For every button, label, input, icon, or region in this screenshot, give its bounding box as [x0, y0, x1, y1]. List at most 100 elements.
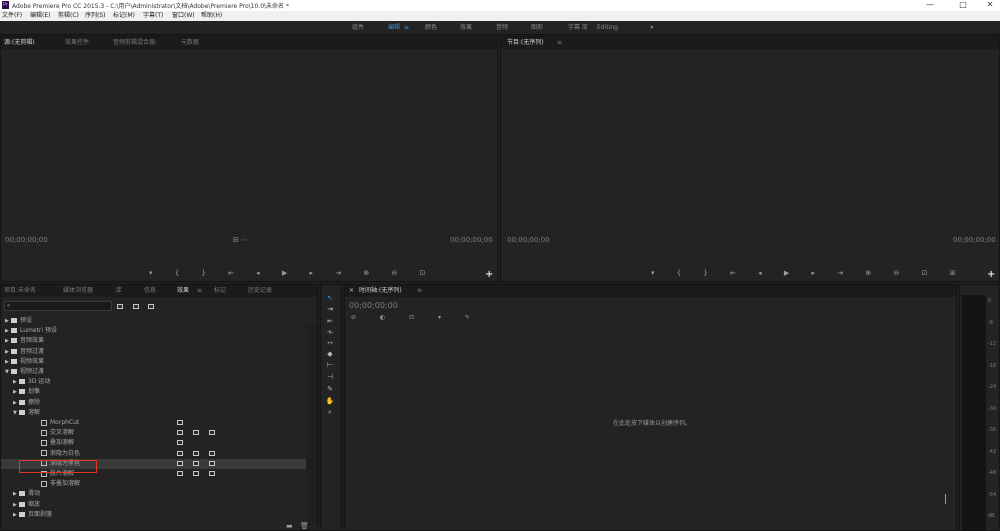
menu-title[interactable]: 字幕(T)	[143, 11, 163, 21]
tab-libraries[interactable]: 库	[116, 285, 122, 297]
workspace-color[interactable]: 颜色	[425, 21, 437, 35]
menu-help[interactable]: 帮助(H)	[201, 11, 222, 21]
tree-item-label: 溶解	[28, 408, 41, 416]
tree-folder[interactable]: ▼ 视频过渡	[1, 367, 306, 377]
track-select-tool-icon[interactable]: ⇥	[323, 304, 337, 314]
menu-clip[interactable]: 剪辑(C)	[58, 11, 79, 21]
tree-folder[interactable]: ▶ 擦除	[1, 398, 306, 408]
source-timecode-left[interactable]: 00;00;00;00	[5, 236, 48, 244]
tree-effect[interactable]: 叠加溶解	[1, 438, 306, 448]
tree-folder[interactable]: ▶ 页面剥落	[1, 510, 306, 520]
rate-stretch-tool-icon[interactable]: ⇿	[323, 338, 337, 348]
accelerated-effects-icon[interactable]	[117, 304, 123, 309]
menu-edit[interactable]: 编辑(E)	[30, 11, 50, 21]
tab-source[interactable]: 源:(无剪辑)	[4, 37, 35, 49]
zoom-tool-icon[interactable]: ⌕	[323, 407, 337, 417]
menu-file[interactable]: 文件(F)	[2, 11, 22, 21]
tab-effects[interactable]: 效果	[177, 285, 189, 297]
hand-tool-icon[interactable]: ✋	[323, 396, 337, 406]
program-add-button-icon[interactable]: +	[987, 270, 995, 280]
workspace-assembly[interactable]: 组件	[352, 21, 364, 35]
tab-timeline[interactable]: 时间轴:(无序列)	[359, 285, 402, 297]
program-timecode-left[interactable]: 00;00;00;00	[507, 236, 550, 244]
tab-audio-clip-mixer[interactable]: 音频剪辑混合器:	[113, 37, 157, 49]
meter-tick-label: -54	[988, 491, 997, 498]
tree-folder[interactable]: ▶ 音频效果	[1, 336, 306, 346]
premiere-logo-icon: Pr	[2, 1, 9, 9]
tab-project[interactable]: 项目:未命名	[4, 285, 36, 297]
folder-icon	[19, 399, 25, 405]
menu-window[interactable]: 窗口(W)	[172, 11, 195, 21]
tab-media-browser[interactable]: 媒体浏览器	[63, 285, 93, 297]
tree-effect[interactable]: 非叠加溶解	[1, 479, 306, 489]
pen-tool-icon[interactable]: ✎	[323, 384, 337, 394]
menu-sequence[interactable]: 序列(S)	[85, 11, 106, 21]
source-timecode-right: 00;00;00;00	[450, 236, 493, 244]
workspace-audio[interactable]: 音频	[496, 21, 508, 35]
tree-effect[interactable]: 渐隐为白色	[1, 449, 306, 459]
meter-tick-label: -6	[988, 319, 993, 326]
folder-icon	[19, 501, 25, 507]
tree-folder[interactable]: ▶ Lumetri 预设	[1, 326, 306, 336]
workspace-graphics[interactable]: 图形	[531, 21, 543, 35]
source-settings-icon[interactable]: ⊟ ⋯	[233, 236, 248, 244]
tab-effect-controls[interactable]: 效果控件	[65, 37, 89, 49]
timeline-timecode[interactable]: 00;00;00;00	[349, 301, 398, 310]
slip-tool-icon[interactable]: ⊢	[323, 360, 337, 370]
tab-history[interactable]: 历史记录	[248, 285, 272, 297]
source-transport-controls[interactable]: ▾ { } ⇤ ◂ ▶ ▸ ⇥ ⊕ ⊖ ⊡	[149, 269, 435, 277]
tree-folder[interactable]: ▶ 3D 运动	[1, 377, 306, 387]
workspace-editing-custom[interactable]: Editing	[597, 21, 618, 35]
maximize-button[interactable]: □	[953, 0, 973, 11]
32bit-effects-icon[interactable]	[133, 304, 139, 309]
new-bin-icon[interactable]: ▬	[286, 522, 293, 530]
workspace-editing[interactable]: 编辑	[388, 21, 400, 35]
razor-tool-icon[interactable]: ◆	[323, 349, 337, 359]
delete-icon[interactable]: 🗑	[300, 522, 309, 530]
selection-tool-icon[interactable]: ↖	[323, 293, 337, 303]
tree-folder[interactable]: ▶ 音频过渡	[1, 347, 306, 357]
menu-bar: 文件(F) 编辑(E) 剪辑(C) 序列(S) 标记(M) 字幕(T) 窗口(W…	[0, 11, 1000, 21]
source-add-button-icon[interactable]: +	[485, 270, 493, 280]
effects-scrollbar[interactable]	[307, 325, 317, 525]
program-transport-controls[interactable]: ▾ { } ⇤ ◂ ▶ ▸ ⇥ ⊕ ⊖ ⊡ ⊞	[651, 269, 966, 277]
tree-folder[interactable]: ▶ 滑动	[1, 489, 306, 499]
minimize-button[interactable]: —	[920, 0, 940, 11]
tree-folder[interactable]: ▼ 溶解	[1, 408, 306, 418]
tree-folder[interactable]: ▶ 划像	[1, 387, 306, 397]
tree-folder[interactable]: ▶ 缩放	[1, 500, 306, 510]
timeline-scroll-handle[interactable]	[945, 494, 946, 504]
tree-folder[interactable]: ▶ 视频效果	[1, 357, 306, 367]
effect-badge-icon	[177, 430, 183, 436]
close-button[interactable]: ✕	[980, 0, 1000, 11]
timeline-tab-menu-icon[interactable]: ≡	[417, 285, 422, 297]
workspace-libraries[interactable]: 库	[582, 21, 588, 35]
yuv-effects-icon[interactable]	[148, 304, 154, 309]
workspace-effects[interactable]: 效果	[460, 21, 472, 35]
tab-program[interactable]: 节目:(无序列)	[507, 37, 544, 49]
ripple-edit-tool-icon[interactable]: ⇤	[323, 316, 337, 326]
tab-markers[interactable]: 标记	[214, 285, 226, 297]
transition-icon	[41, 439, 47, 446]
workspace-menu-icon[interactable]: ≡	[404, 21, 409, 35]
tab-metadata[interactable]: 元数据	[181, 37, 199, 49]
rolling-edit-tool-icon[interactable]: ⟛	[323, 327, 337, 337]
timeline-toolbar[interactable]: ⊘ ◐ ⊡ ▾ ✎	[351, 314, 481, 322]
effects-search-input[interactable]: ⌕	[4, 301, 112, 311]
effects-tab-menu-icon[interactable]: ≡	[197, 285, 202, 297]
workspace-more-icon[interactable]: »	[650, 21, 654, 35]
timeline-close-icon[interactable]: ✕	[349, 285, 354, 297]
program-tab-menu-icon[interactable]: ≡	[557, 37, 562, 49]
tab-info[interactable]: 信息	[144, 285, 156, 297]
slide-tool-icon[interactable]: ⊣	[323, 372, 337, 382]
audio-meter-bars	[962, 295, 986, 531]
workspace-titles[interactable]: 字幕	[568, 21, 580, 35]
tree-item-label: 叠加溶解	[50, 439, 75, 447]
effect-badge-icon	[193, 471, 199, 476]
tree-item-label: MorphCut	[50, 419, 80, 426]
tree-item-label: 擦除	[28, 398, 41, 406]
tree-folder[interactable]: ▶ 预设	[1, 316, 306, 326]
menu-marker[interactable]: 标记(M)	[113, 11, 135, 21]
tree-effect[interactable]: MorphCut	[1, 418, 306, 428]
tree-effect[interactable]: 交叉溶解	[1, 428, 306, 438]
